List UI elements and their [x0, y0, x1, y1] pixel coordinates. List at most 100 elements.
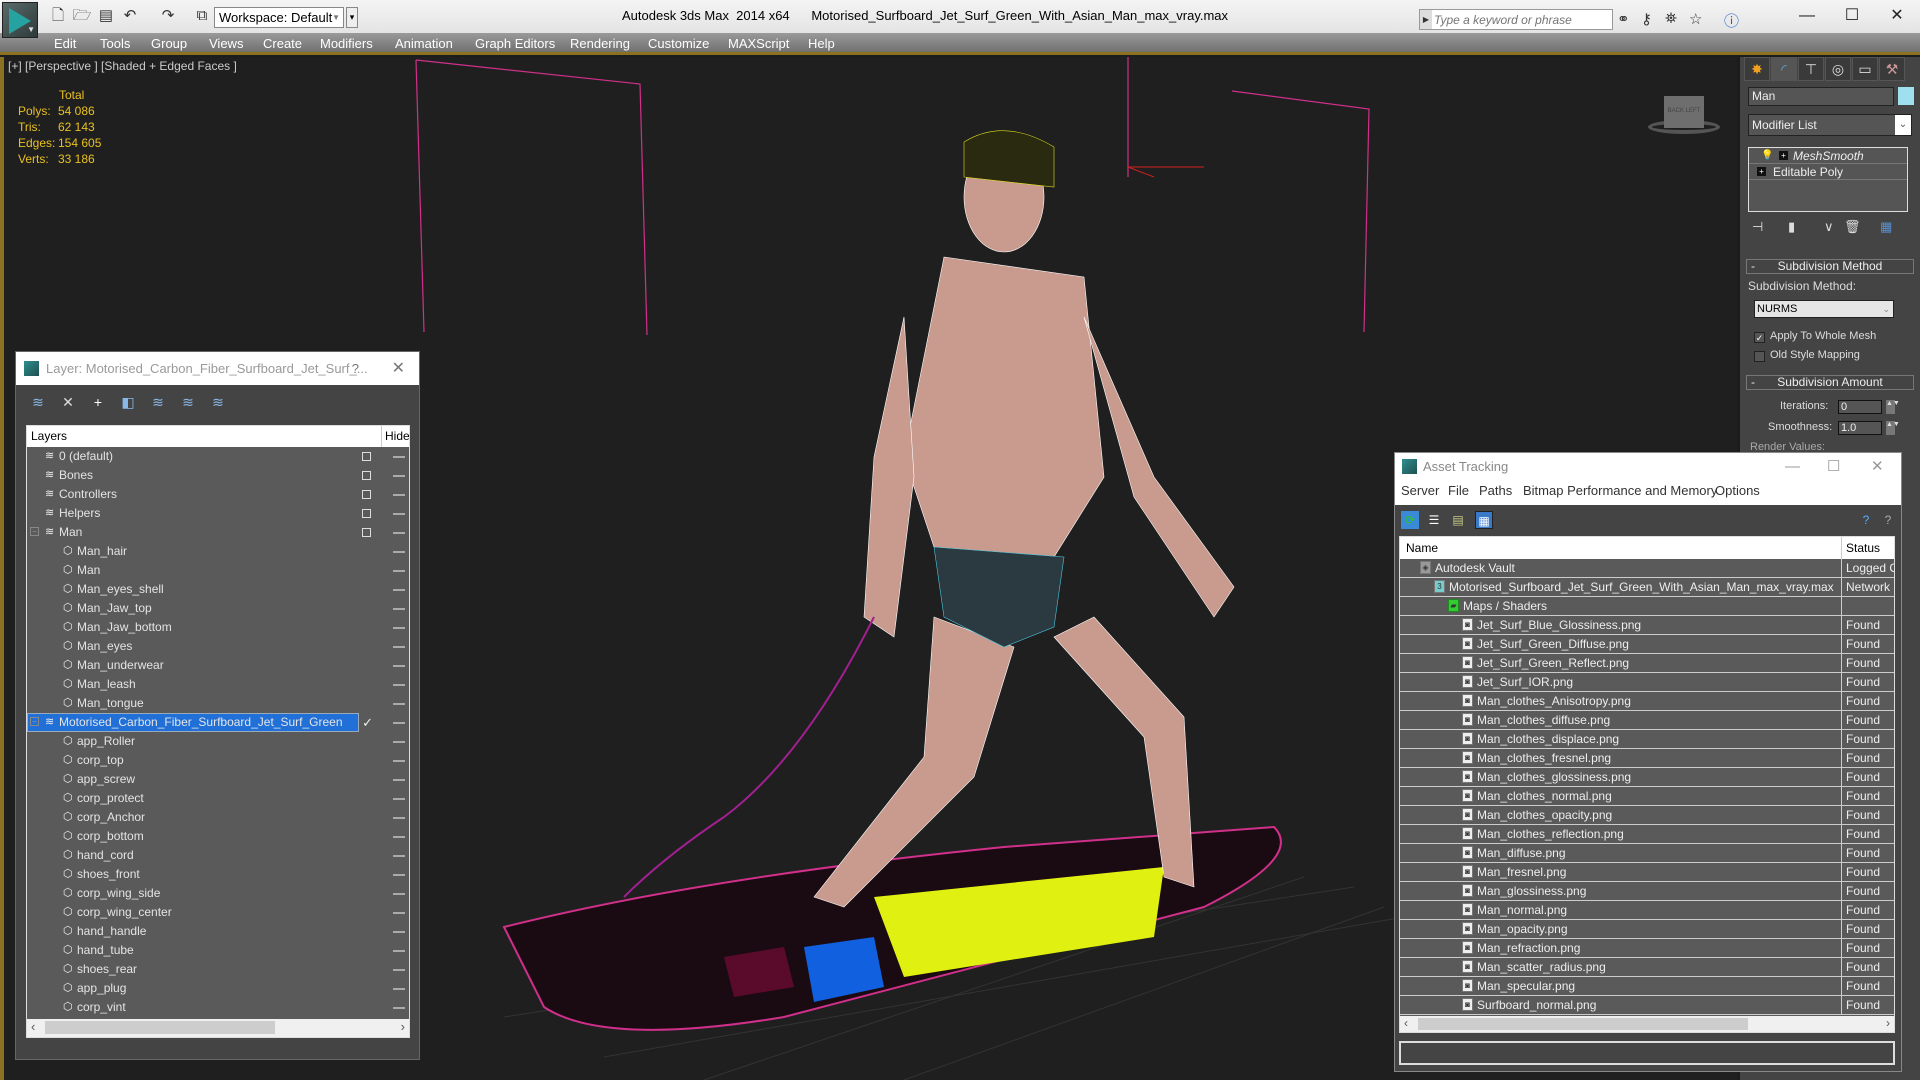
apply-whole-mesh-checkbox[interactable]: ✓	[1754, 332, 1765, 343]
select-objects-icon[interactable]: ◧	[118, 392, 138, 412]
application-menu-button[interactable]: ▼	[2, 2, 38, 38]
maximize-button[interactable]: ☐	[1832, 4, 1872, 28]
object-row[interactable]: ⬡ app_Roller	[27, 732, 409, 751]
freeze-toggle[interactable]	[393, 874, 405, 876]
hide-toggle[interactable]	[362, 490, 371, 499]
horizontal-scrollbar[interactable]: ‹ ›	[1400, 1016, 1894, 1032]
asset-row[interactable]: ◙ Man_normal.png Found	[1400, 901, 1894, 920]
object-row[interactable]: ⬡ hand_cord	[27, 846, 409, 865]
freeze-toggle[interactable]	[393, 513, 405, 515]
subdivision-method-select[interactable]: NURMS ⌄	[1754, 300, 1894, 318]
column-status[interactable]: Status	[1841, 537, 1880, 559]
save-icon[interactable]: ▤	[96, 6, 116, 26]
hide-all-icon[interactable]: ≋	[208, 392, 228, 412]
remove-modifier-icon[interactable]: 🗑	[1844, 219, 1861, 235]
freeze-toggle[interactable]	[393, 760, 405, 762]
pin-stack-icon[interactable]: ⊣	[1752, 219, 1763, 235]
freeze-toggle[interactable]	[393, 836, 405, 838]
freeze-toggle[interactable]	[393, 646, 405, 648]
highlight-layer-icon[interactable]: ≋	[178, 392, 198, 412]
hide-toggle[interactable]	[362, 509, 371, 518]
make-unique-icon[interactable]: ∨	[1824, 219, 1834, 235]
menu-file[interactable]: File	[1448, 480, 1469, 502]
asset-row[interactable]: ◙ Man_specular.png Found	[1400, 977, 1894, 996]
object-row[interactable]: ⬡ corp_top	[27, 751, 409, 770]
select-layer-icon[interactable]: ≋	[148, 392, 168, 412]
menu-paths[interactable]: Paths	[1479, 480, 1512, 502]
freeze-toggle[interactable]	[393, 722, 405, 724]
online-help-icon[interactable]: ?	[1857, 511, 1875, 529]
collapse-icon[interactable]: −	[30, 527, 39, 536]
asset-row[interactable]: ◙ Surfboard_normal.png Found	[1400, 996, 1894, 1015]
menu-server[interactable]: Server	[1401, 480, 1439, 502]
object-row[interactable]: ⬡ shoes_front	[27, 865, 409, 884]
asset-row[interactable]: ◙ Jet_Surf_Green_Diffuse.png Found	[1400, 635, 1894, 654]
object-row[interactable]: ⬡ Man_tongue	[27, 694, 409, 713]
asset-row[interactable]: ◙ Jet_Surf_Green_Reflect.png Found	[1400, 654, 1894, 673]
freeze-toggle[interactable]	[393, 779, 405, 781]
tab-display[interactable]: ▭	[1852, 57, 1878, 81]
list-view-icon[interactable]: ☰	[1425, 511, 1443, 529]
asset-path-field[interactable]	[1399, 1041, 1895, 1065]
stack-item-editable-poly[interactable]: + Editable Poly	[1749, 164, 1907, 180]
expand-icon[interactable]: +	[1757, 167, 1766, 176]
object-row[interactable]: ⬡ Man	[27, 561, 409, 580]
rollout-subdivision-amount[interactable]: - Subdivision Amount	[1746, 375, 1914, 390]
asset-row[interactable]: ◙ Man_opacity.png Found	[1400, 920, 1894, 939]
close-icon[interactable]: ✕	[1871, 453, 1884, 480]
spinner-arrows-icon[interactable]: ▲▼	[1886, 421, 1900, 435]
object-row[interactable]: ⬡ Man_hair	[27, 542, 409, 561]
scrollbar-thumb[interactable]	[45, 1021, 275, 1034]
redo-icon[interactable]: ↷	[158, 6, 178, 26]
asset-row[interactable]: ◙ Man_glossiness.png Found	[1400, 882, 1894, 901]
expand-search-icon[interactable]: ▶	[1420, 10, 1432, 29]
freeze-toggle[interactable]	[393, 608, 405, 610]
object-row[interactable]: ⬡ corp_wing_side	[27, 884, 409, 903]
scrollbar-thumb[interactable]	[1418, 1018, 1748, 1030]
asset-row[interactable]: ◙ Man_clothes_fresnel.png Found	[1400, 749, 1894, 768]
spinner-arrows-icon[interactable]: ▲▼	[1886, 400, 1900, 414]
asset-row[interactable]: ◙ Jet_Surf_IOR.png Found	[1400, 673, 1894, 692]
menu-modifiers[interactable]: Modifiers	[320, 36, 373, 51]
asset-row[interactable]: ◙ Man_refraction.png Found	[1400, 939, 1894, 958]
freeze-toggle[interactable]	[393, 1007, 405, 1009]
expand-icon[interactable]: +	[1779, 151, 1788, 160]
layer-row[interactable]: − ≋ Motorised_Carbon_Fiber_Surfboard_Jet_S…	[27, 713, 409, 732]
layer-name-cell[interactable]	[63, 561, 359, 580]
asset-row[interactable]: ◙ Man_diffuse.png Found	[1400, 844, 1894, 863]
workspace-dropdown[interactable]: Workspace: Default ▼	[214, 7, 344, 28]
freeze-toggle[interactable]	[393, 741, 405, 743]
tab-utilities[interactable]: ⚒	[1879, 57, 1905, 81]
layer-row[interactable]: ≋ Bones	[27, 466, 409, 485]
tab-motion[interactable]: ◎	[1825, 57, 1851, 81]
object-row[interactable]: ⬡ Man_leash	[27, 675, 409, 694]
object-row[interactable]: ⬡ Man_Jaw_bottom	[27, 618, 409, 637]
menu-options[interactable]: Options	[1715, 480, 1760, 502]
freeze-toggle[interactable]	[393, 589, 405, 591]
freeze-toggle[interactable]	[393, 551, 405, 553]
menu-graph-editors[interactable]: Graph Editors	[475, 36, 555, 51]
object-color-swatch[interactable]	[1898, 87, 1914, 105]
asset-row[interactable]: ◙ Man_clothes_diffuse.png Found	[1400, 711, 1894, 730]
help-icon[interactable]: ⓘ	[1724, 10, 1739, 31]
horizontal-scrollbar[interactable]: ‹ ›	[27, 1019, 409, 1037]
tab-create[interactable]: ✸	[1744, 57, 1770, 81]
create-layer-icon[interactable]: ≋	[28, 392, 48, 412]
freeze-toggle[interactable]	[393, 494, 405, 496]
table-view-icon[interactable]: ▦	[1475, 511, 1493, 529]
minimize-button[interactable]: —	[1787, 4, 1827, 28]
object-row[interactable]: ⬡ hand_handle	[27, 922, 409, 941]
freeze-toggle[interactable]	[393, 684, 405, 686]
freeze-toggle[interactable]	[393, 570, 405, 572]
scroll-right-icon[interactable]: ›	[1886, 1016, 1890, 1030]
stack-item-meshsmooth[interactable]: 💡 + MeshSmooth	[1749, 148, 1907, 164]
layer-row[interactable]: ≋ Controllers	[27, 485, 409, 504]
freeze-toggle[interactable]	[393, 893, 405, 895]
object-row[interactable]: ⬡ corp_Anchor	[27, 808, 409, 827]
search-input[interactable]	[1434, 11, 1610, 28]
freeze-toggle[interactable]	[393, 532, 405, 534]
object-row[interactable]: ⬡ app_screw	[27, 770, 409, 789]
freeze-toggle[interactable]	[393, 912, 405, 914]
object-row[interactable]: ⬡ Man_underwear	[27, 656, 409, 675]
tab-hierarchy[interactable]: ⊤	[1798, 57, 1824, 81]
